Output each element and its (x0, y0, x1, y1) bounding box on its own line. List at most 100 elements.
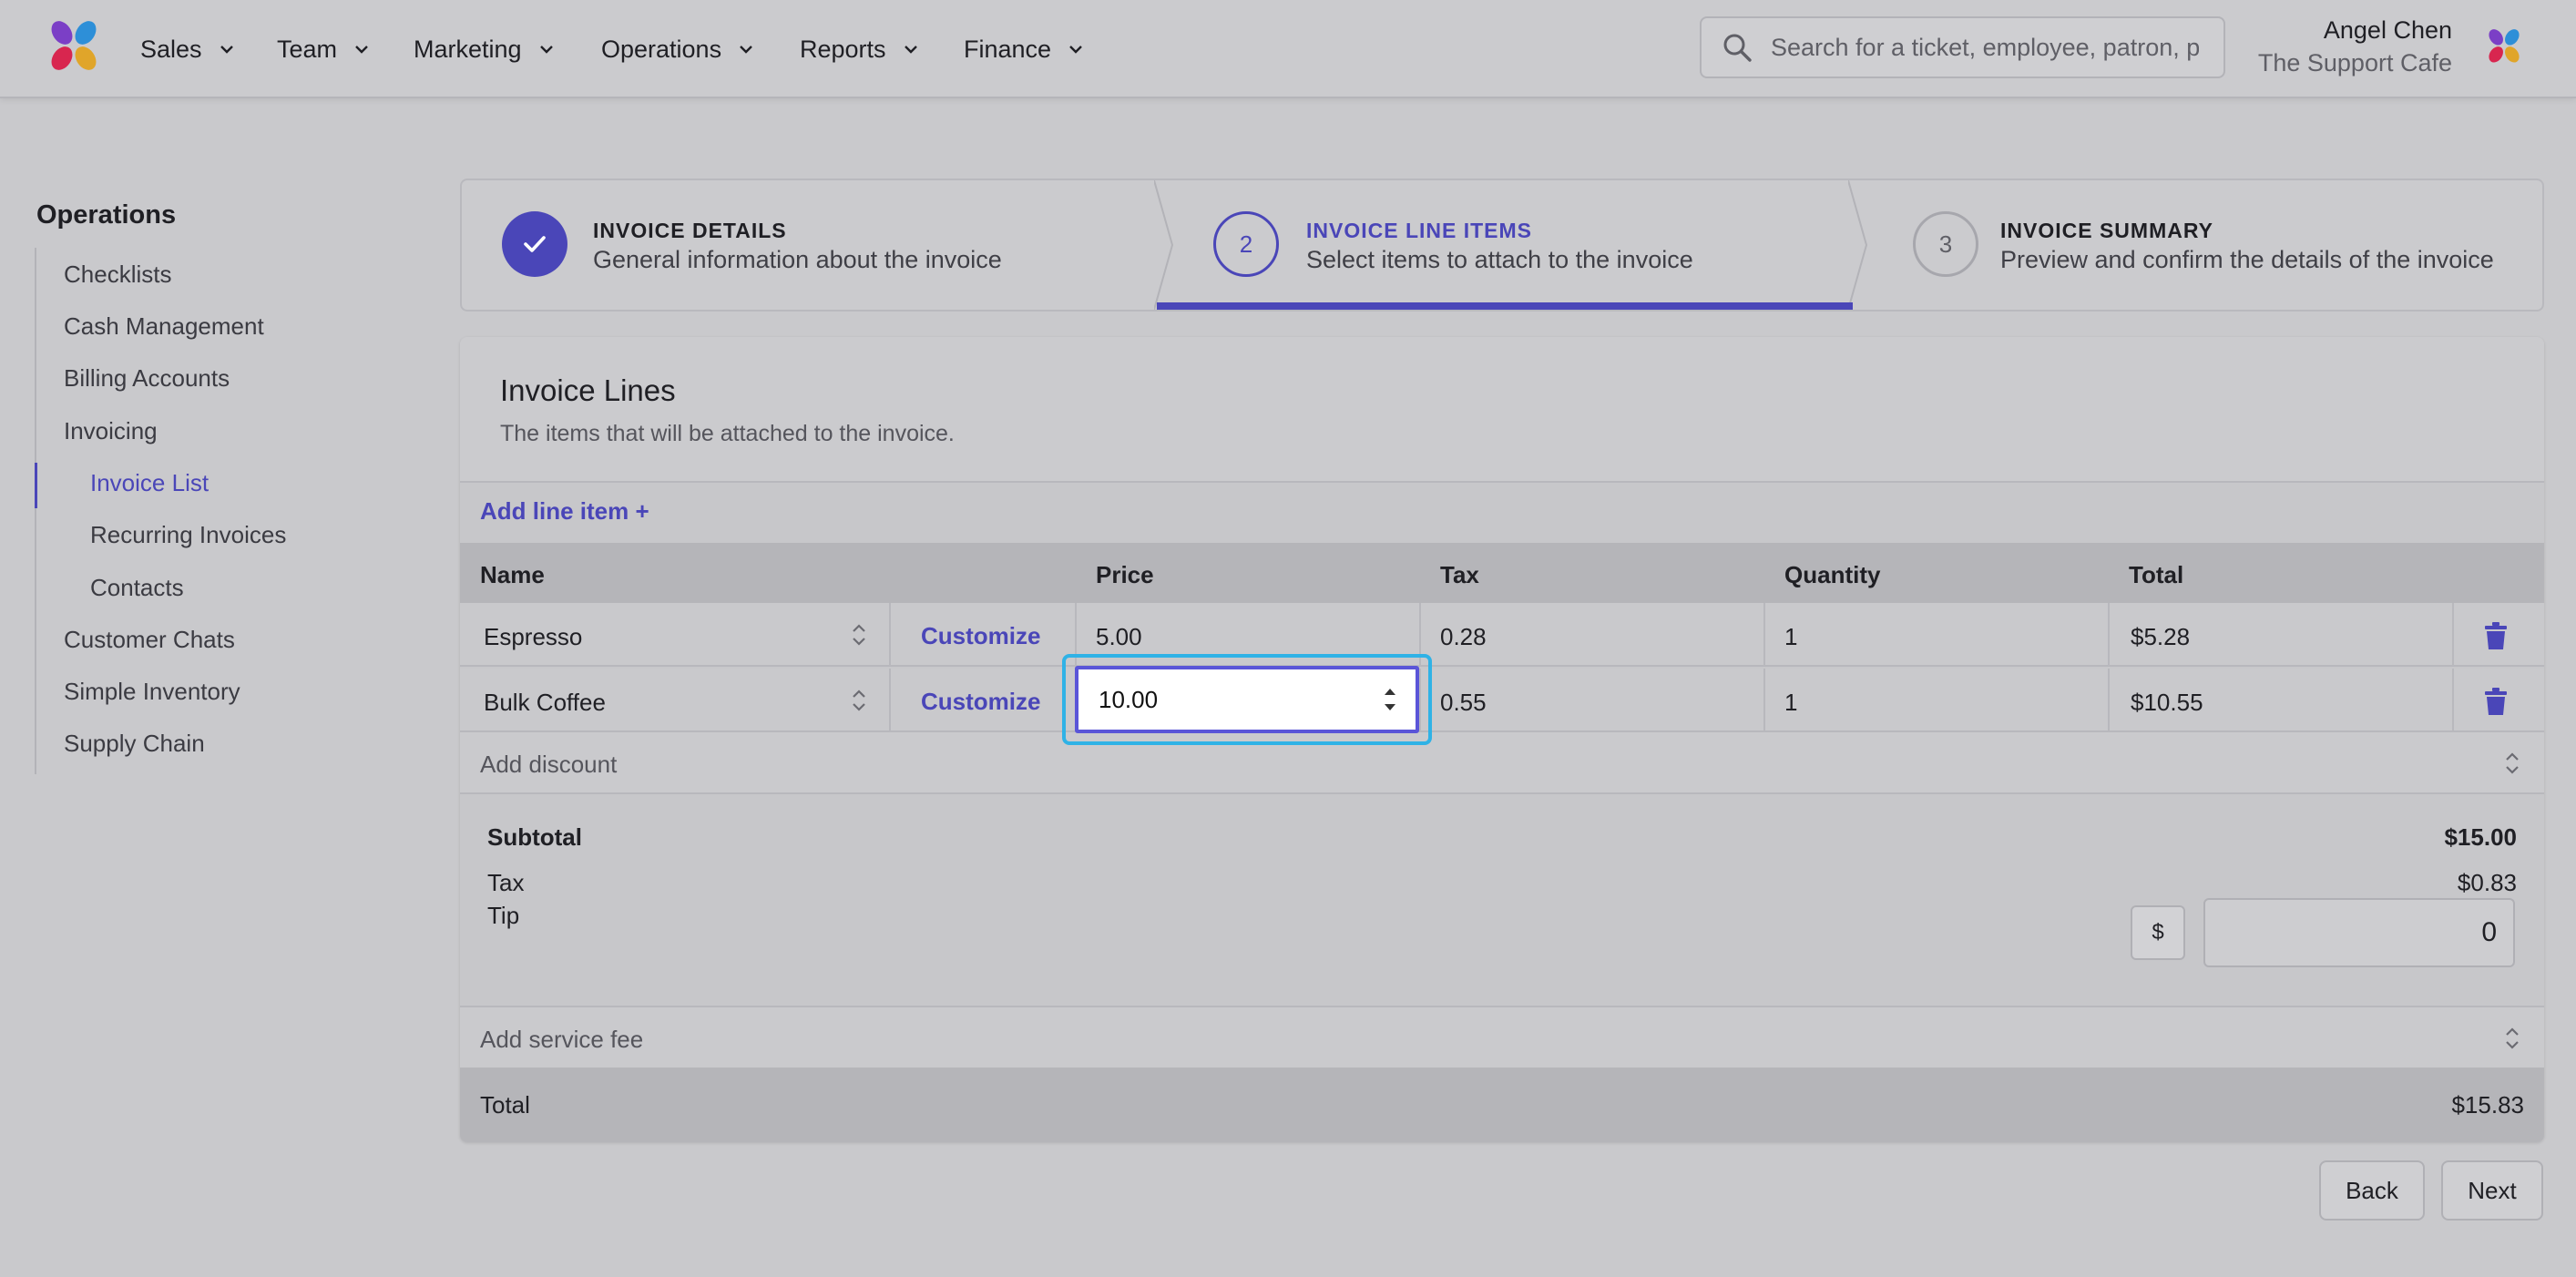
next-button[interactable]: Next (2441, 1160, 2543, 1221)
card-header: Invoice Lines The items that will be att… (460, 337, 2544, 483)
sidebar-item-cash-management[interactable]: Cash Management (64, 312, 264, 341)
nav-sales[interactable]: Sales (140, 31, 235, 67)
search-icon (1723, 34, 1752, 62)
column-header-total: Total (2129, 561, 2184, 588)
add-discount-label: Add discount (480, 751, 618, 778)
subtotal-label: Subtotal (487, 823, 582, 851)
chevron-down-icon (1069, 46, 1082, 54)
tip-input[interactable] (2203, 898, 2515, 967)
table-header: Name Price Tax Quantity Total (460, 543, 2544, 603)
nav-operations[interactable]: Operations (601, 31, 754, 67)
total-label: Total (480, 1091, 530, 1119)
step-subtitle: Select items to attach to the invoice (1306, 246, 1693, 273)
step-title: INVOICE LINE ITEMS (1306, 219, 1533, 242)
item-name-select[interactable]: Espresso (484, 623, 582, 651)
top-header: Sales Team Marketing Operations Reports … (0, 0, 2576, 98)
cell-divider (889, 669, 891, 732)
step-title: INVOICE DETAILS (593, 219, 787, 242)
price-input[interactable] (1099, 685, 1354, 714)
select-arrows-icon (853, 690, 865, 711)
brand-logo-icon[interactable] (46, 18, 102, 75)
step-invoice-summary[interactable]: 3 INVOICE SUMMARY Preview and confirm th… (1851, 180, 2543, 310)
active-step-underline (1157, 302, 1853, 310)
customize-button[interactable]: Customize (921, 622, 1040, 650)
add-discount-select[interactable]: Add discount (460, 732, 2544, 794)
total-cell: $10.55 (2131, 689, 2203, 716)
sidebar-item-invoicing[interactable]: Invoicing (64, 417, 158, 445)
table-row: Bulk Coffee Customize 0.55 1 $10.55 (460, 669, 2544, 732)
tax-label: Tax (487, 869, 525, 896)
select-arrows-icon (2506, 1027, 2519, 1049)
table-row: Espresso Customize 5.00 0.28 1 $5.28 (460, 603, 2544, 667)
back-button[interactable]: Back (2319, 1160, 2425, 1221)
nav-sales-label: Sales (140, 35, 202, 63)
column-header-name: Name (480, 561, 545, 588)
column-header-price: Price (1096, 561, 1154, 588)
step-number: 2 (1213, 211, 1279, 277)
total-cell: $5.28 (2131, 623, 2191, 650)
nav-team-label: Team (277, 35, 338, 63)
cell-divider (2108, 603, 2110, 667)
tax-cell[interactable]: 0.28 (1440, 623, 1487, 651)
user-organization: The Support Cafe (2257, 49, 2452, 77)
user-name: Angel Chen (2323, 16, 2452, 44)
item-name-select[interactable]: Bulk Coffee (484, 689, 606, 717)
tax-cell[interactable]: 0.55 (1440, 689, 1487, 717)
chevron-down-icon (740, 46, 752, 54)
step-complete-indicator (502, 211, 567, 277)
cell-divider (2452, 669, 2454, 732)
number-spinner-icon[interactable] (1381, 682, 1399, 717)
step-invoice-details[interactable]: INVOICE DETAILS General information abou… (462, 180, 1156, 310)
step-number: 3 (1913, 211, 1978, 277)
global-search[interactable] (1700, 16, 2225, 78)
invoice-lines-card: Invoice Lines The items that will be att… (460, 337, 2544, 1142)
nav-team[interactable]: Team (277, 31, 370, 67)
add-line-item-button[interactable]: Add line item + (480, 497, 649, 526)
customize-button[interactable]: Customize (921, 688, 1040, 716)
nav-marketing[interactable]: Marketing (414, 31, 555, 67)
sidebar-item-recurring-invoices[interactable]: Recurring Invoices (90, 521, 286, 549)
step-title: INVOICE SUMMARY (2000, 219, 2213, 242)
subtotal-value: $15.00 (2444, 823, 2517, 851)
quantity-cell[interactable]: 1 (1784, 689, 1797, 717)
sidebar-item-checklists[interactable]: Checklists (64, 261, 171, 289)
sidebar-item-customer-chats[interactable]: Customer Chats (64, 626, 235, 654)
cell-divider (1763, 603, 1765, 667)
trash-icon[interactable] (2482, 687, 2510, 716)
price-cell[interactable]: 5.00 (1096, 623, 1142, 651)
step-invoice-line-items[interactable]: 2 INVOICE LINE ITEMS Select items to att… (1157, 180, 1851, 310)
sidebar-title: Operations (36, 200, 177, 230)
sidebar-item-supply-chain[interactable]: Supply Chain (64, 730, 205, 758)
nav-finance[interactable]: Finance (964, 31, 1084, 67)
sidebar-item-simple-inventory[interactable]: Simple Inventory (64, 678, 240, 706)
sidebar-rail (35, 248, 36, 774)
search-input[interactable] (1771, 33, 2199, 62)
chevron-down-icon (220, 46, 233, 54)
trash-icon[interactable] (2482, 621, 2510, 650)
card-subtitle: The items that will be attached to the i… (500, 421, 955, 446)
nav-reports[interactable]: Reports (800, 31, 919, 67)
tip-currency-toggle[interactable]: $ (2131, 905, 2185, 960)
cell-divider (1763, 669, 1765, 732)
sidebar-item-invoice-list[interactable]: Invoice List (90, 469, 209, 497)
select-arrows-icon (853, 624, 865, 646)
cell-divider (889, 603, 891, 667)
price-input-wrapper[interactable] (1075, 666, 1419, 733)
total-value: $15.83 (2451, 1091, 2524, 1119)
select-arrows-icon (2506, 752, 2519, 774)
sidebar-item-billing-accounts[interactable]: Billing Accounts (64, 364, 230, 393)
quantity-cell[interactable]: 1 (1784, 623, 1797, 651)
cell-divider (2108, 669, 2110, 732)
chevron-down-icon (904, 46, 917, 54)
cell-divider (2452, 603, 2454, 667)
tip-label: Tip (487, 902, 520, 929)
chevron-down-icon (355, 46, 368, 54)
column-header-quantity: Quantity (1784, 561, 1881, 588)
nav-operations-label: Operations (601, 35, 722, 63)
add-service-fee-select[interactable]: Add service fee (460, 1006, 2544, 1068)
step-subtitle: Preview and confirm the details of the i… (2000, 246, 2494, 273)
sidebar-item-contacts[interactable]: Contacts (90, 574, 184, 602)
account-menu-icon[interactable] (2485, 27, 2523, 66)
total-row: Total $15.83 (460, 1068, 2544, 1142)
step-subtitle: General information about the invoice (593, 246, 1002, 273)
